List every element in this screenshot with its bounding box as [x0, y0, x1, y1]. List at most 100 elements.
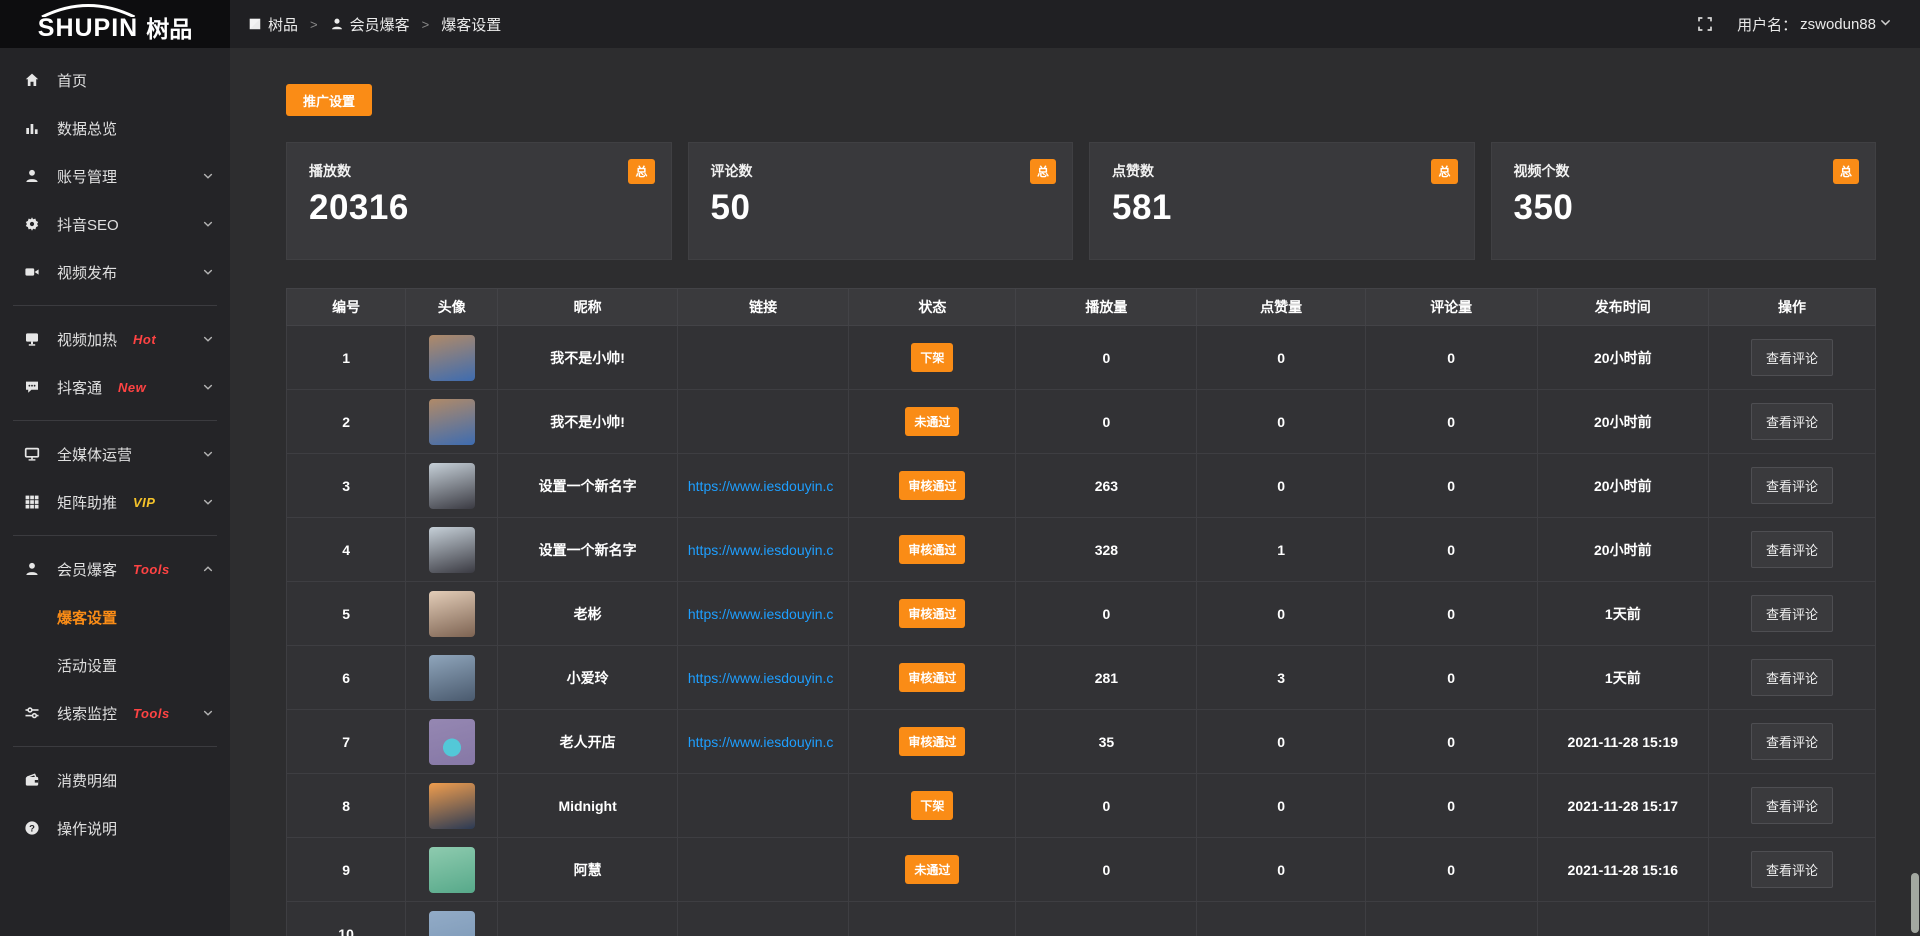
comments-cell: 0 [1365, 710, 1537, 774]
logo-text-cn: 树品 [146, 10, 192, 44]
row-id-cell: 3 [287, 454, 406, 518]
sidebar-item[interactable]: 账号管理 [0, 152, 230, 200]
avatar [429, 463, 475, 509]
status-cell: 审核通过 [849, 518, 1016, 582]
column-header: 操作 [1709, 289, 1876, 326]
sidebar-item-badge: New [118, 380, 146, 395]
breadcrumb-item-home[interactable]: 树品 [248, 14, 298, 35]
avatar-cell [406, 710, 498, 774]
nickname-cell: 设置一个新名字 [498, 518, 678, 582]
avatar [429, 783, 475, 829]
sidebar-item[interactable]: 数据总览 [0, 104, 230, 152]
nickname-cell: 设置一个新名字 [498, 454, 678, 518]
sidebar-subitem[interactable]: 活动设置 [0, 641, 230, 689]
status-badge: 审核通过 [899, 471, 965, 500]
row-id-cell: 7 [287, 710, 406, 774]
chevron-down-icon [202, 266, 214, 278]
sidebar-item-label: 抖客通 [57, 377, 102, 398]
username-value: zswodun88 [1800, 16, 1876, 33]
chart-icon [24, 120, 42, 136]
stat-value: 350 [1514, 190, 1854, 225]
video-link-cell[interactable]: https://www.iesdouyin.c [677, 646, 849, 710]
stat-card: 视频个数350总 [1491, 142, 1877, 260]
video-link-cell[interactable]: https://www.iesdouyin.c [677, 454, 849, 518]
likes-cell: 0 [1197, 454, 1365, 518]
table-row: 4设置一个新名字https://www.iesdouyin.c审核通过32810… [287, 518, 1876, 582]
sidebar-item-badge: VIP [133, 495, 155, 510]
avatar [429, 911, 475, 936]
video-icon [24, 264, 42, 280]
sidebar-item[interactable]: 抖客通 New [0, 363, 230, 411]
sidebar-item[interactable]: 矩阵助推VIP [0, 478, 230, 526]
likes-cell [1197, 902, 1365, 936]
sidebar-item-badge: Tools [133, 562, 170, 577]
breadcrumb-item-section[interactable]: 会员爆客 [330, 14, 410, 35]
sidebar-item[interactable]: 抖音SEO [0, 200, 230, 248]
plays-cell: 35 [1016, 710, 1197, 774]
publish-time-cell: 2021-11-28 15:17 [1537, 774, 1709, 838]
status-badge: 未通过 [905, 855, 959, 884]
nickname-cell: 阿慧 [498, 838, 678, 902]
publish-time-cell: 1天前 [1537, 646, 1709, 710]
view-comments-button[interactable]: 查看评论 [1751, 723, 1833, 760]
likes-cell: 1 [1197, 518, 1365, 582]
row-id-cell: 9 [287, 838, 406, 902]
video-link-cell [677, 390, 849, 454]
plays-cell: 0 [1016, 774, 1197, 838]
sidebar-item[interactable]: 视频发布 [0, 248, 230, 296]
view-comments-button[interactable]: 查看评论 [1751, 595, 1833, 632]
plays-cell: 0 [1016, 582, 1197, 646]
home-icon [24, 72, 42, 88]
avatar [429, 527, 475, 573]
table-row: 7老人开店https://www.iesdouyin.c审核通过35002021… [287, 710, 1876, 774]
avatar [429, 847, 475, 893]
table-row: 2我不是小帅!未通过00020小时前查看评论 [287, 390, 1876, 454]
video-link-cell[interactable]: https://www.iesdouyin.c [677, 710, 849, 774]
view-comments-button[interactable]: 查看评论 [1751, 851, 1833, 888]
chevron-down-icon [202, 448, 214, 460]
view-comments-button[interactable]: 查看评论 [1751, 531, 1833, 568]
status-cell: 下架 [849, 326, 1016, 390]
sidebar-subitem[interactable]: 爆客设置 [0, 593, 230, 641]
fullscreen-icon[interactable] [1697, 16, 1713, 32]
sidebar-item[interactable]: 全媒体运营 [0, 430, 230, 478]
avatar [429, 399, 475, 445]
video-link-cell[interactable]: https://www.iesdouyin.c [677, 518, 849, 582]
action-cell: 查看评论 [1709, 326, 1876, 390]
user-menu[interactable]: 用户名： zswodun88 [1737, 14, 1892, 35]
chevron-up-icon [202, 563, 214, 575]
app-logo[interactable]: SHUPIN 树品 [0, 0, 230, 48]
status-badge: 下架 [911, 791, 953, 820]
sidebar-item[interactable]: 消费明细 [0, 756, 230, 804]
scrollbar-thumb[interactable] [1911, 873, 1919, 933]
sidebar-item[interactable]: ?操作说明 [0, 804, 230, 852]
nickname-cell: 我不是小帅! [498, 390, 678, 454]
stat-label: 点赞数 [1112, 161, 1452, 181]
view-comments-button[interactable]: 查看评论 [1751, 403, 1833, 440]
sidebar: 首页数据总览账号管理抖音SEO视频发布视频加热Hot 抖客通 New 全媒体运营矩阵助… [0, 48, 230, 936]
status-badge: 审核通过 [899, 599, 965, 628]
stat-value: 20316 [309, 190, 649, 225]
view-comments-button[interactable]: 查看评论 [1751, 787, 1833, 824]
sidebar-item[interactable]: 首页 [0, 56, 230, 104]
action-cell: 查看评论 [1709, 710, 1876, 774]
square-icon [248, 17, 262, 31]
sidebar-item[interactable]: 会员爆客Tools [0, 545, 230, 593]
status-cell: 审核通过 [849, 646, 1016, 710]
plays-cell [1016, 902, 1197, 936]
stat-label: 播放数 [309, 161, 649, 181]
video-link-cell[interactable]: https://www.iesdouyin.c [677, 582, 849, 646]
breadcrumb-separator: > [310, 17, 318, 32]
sidebar-item[interactable]: 视频加热Hot [0, 315, 230, 363]
action-cell: 查看评论 [1709, 774, 1876, 838]
view-comments-button[interactable]: 查看评论 [1751, 339, 1833, 376]
row-id-cell: 4 [287, 518, 406, 582]
sidebar-item-label: 首页 [57, 70, 87, 91]
sidebar-item[interactable]: 线索监控Tools [0, 689, 230, 737]
sidebar-subitem-label: 爆客设置 [57, 607, 117, 628]
promotion-settings-button[interactable]: 推广设置 [286, 84, 372, 116]
view-comments-button[interactable]: 查看评论 [1751, 659, 1833, 696]
avatar [429, 335, 475, 381]
breadcrumb-item-current[interactable]: 爆客设置 [441, 14, 501, 35]
view-comments-button[interactable]: 查看评论 [1751, 467, 1833, 504]
